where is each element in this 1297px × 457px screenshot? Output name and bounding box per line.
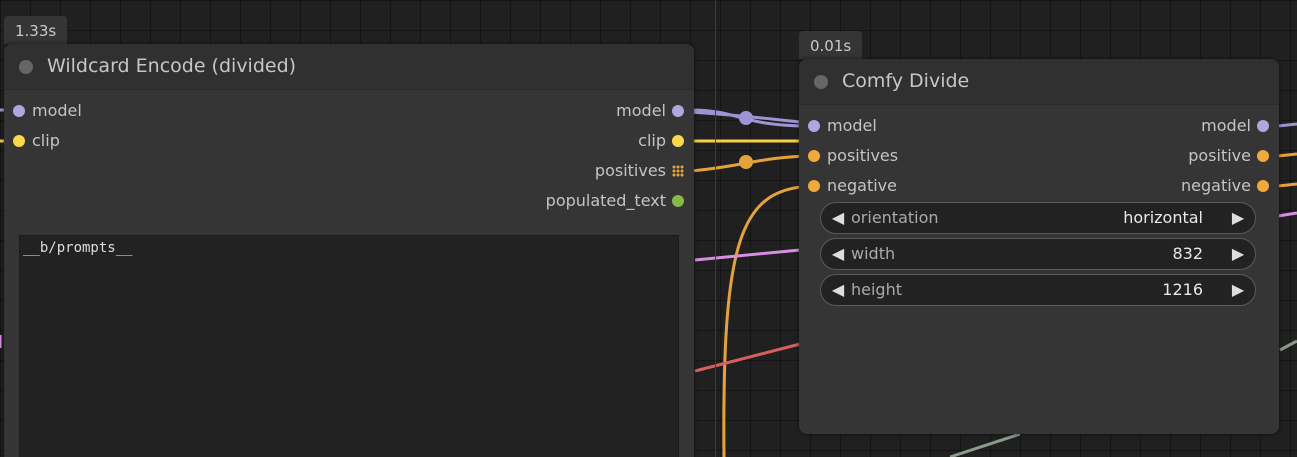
clip-pin-icon[interactable] [672,135,684,147]
output-slot-clip[interactable]: clip [638,129,694,153]
wildcard-encode-node[interactable]: Wildcard Encode (divided) model clip mod… [4,44,694,457]
input-slot-clip[interactable]: clip [4,129,60,153]
link-pink [694,248,801,262]
node-header[interactable]: Comfy Divide [799,59,1279,105]
link-right-negative [1277,182,1297,188]
link-red [694,342,801,373]
link-right-pink [1277,211,1297,218]
comfy-divide-node[interactable]: Comfy Divide model positives negative mo… [799,59,1279,434]
model-pin-icon[interactable] [808,120,820,132]
wildcard-text-input[interactable]: __b/prompts__ [19,235,679,457]
link-negative-curve [722,184,811,457]
conditioning-pin-icon[interactable] [808,150,820,162]
string-pin-icon[interactable] [672,195,684,207]
output-slot-populated-text[interactable]: populated_text [546,189,694,213]
output-slot-model[interactable]: model [616,99,694,123]
input-slot-negative[interactable]: negative [799,174,897,198]
clip-pin-icon[interactable] [13,135,25,147]
decrement-arrow-icon[interactable]: ◀ [829,239,847,269]
increment-arrow-icon[interactable]: ▶ [1229,275,1247,305]
link-gray [949,432,1021,457]
node-title: Comfy Divide [842,70,970,92]
output-slot-model[interactable]: model [1201,114,1279,138]
height-number-widget[interactable]: ◀ height 1216 ▶ [820,274,1256,306]
node-header[interactable]: Wildcard Encode (divided) [4,44,694,90]
list-grid-pin-icon[interactable] [672,165,684,177]
increment-arrow-icon[interactable]: ▶ [1229,239,1247,269]
collapse-dot-icon[interactable] [19,60,33,74]
decrement-arrow-icon[interactable]: ◀ [829,275,847,305]
output-slot-negative[interactable]: negative [1181,174,1279,198]
link-positives-midpoint [739,155,753,169]
wildcard-timing-badge: 1.33s [4,16,68,44]
conditioning-pin-icon[interactable] [808,180,820,192]
model-pin-icon[interactable] [1257,120,1269,132]
decrement-arrow-icon[interactable]: ◀ [829,203,847,233]
output-slot-positive[interactable]: positive [1188,144,1279,168]
increment-arrow-icon[interactable]: ▶ [1229,203,1247,233]
conditioning-pin-icon[interactable] [1257,180,1269,192]
canvas-guide-line [715,0,716,457]
width-number-widget[interactable]: ◀ width 832 ▶ [820,238,1256,270]
link-right-gray [1279,339,1297,352]
collapse-dot-icon[interactable] [814,75,828,89]
model-pin-icon[interactable] [13,105,25,117]
link-right-positive [1277,152,1297,158]
link-model-midpoint [739,111,753,125]
conditioning-pin-icon[interactable] [1257,150,1269,162]
node-title: Wildcard Encode (divided) [47,55,297,77]
model-pin-icon[interactable] [672,105,684,117]
input-slot-model[interactable]: model [799,114,877,138]
divide-timing-badge: 0.01s [799,31,863,59]
orientation-combo[interactable]: ◀ orientation horizontal ▶ [820,202,1256,234]
input-slot-model[interactable]: model [4,99,82,123]
link-right-model [1277,122,1297,128]
input-slot-positives[interactable]: positives [799,144,898,168]
output-slot-positives[interactable]: positives [595,159,694,183]
